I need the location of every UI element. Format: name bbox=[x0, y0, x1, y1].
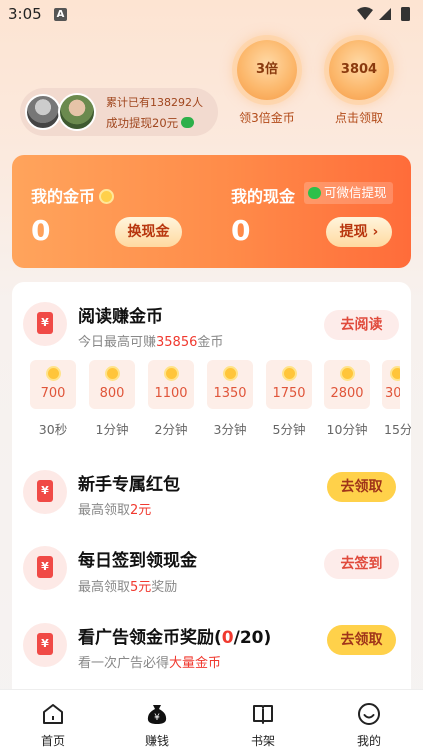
claim-coin-label[interactable]: 点击领取 bbox=[314, 109, 404, 126]
read-sub-prefix: 今日最高可赚 bbox=[78, 335, 157, 350]
nav-earn[interactable]: ¥ 赚钱 bbox=[117, 690, 197, 752]
reward-coins: 1100 bbox=[154, 386, 188, 401]
triple-coin-button[interactable]: 3倍 bbox=[237, 40, 297, 100]
reward-coins: 3000 bbox=[385, 386, 400, 401]
newbie-task-subtitle: 最高领取2元 bbox=[78, 499, 151, 518]
red-envelope-icon bbox=[23, 623, 67, 667]
reward-duration: 30秒 bbox=[38, 422, 68, 437]
coin-icon bbox=[339, 366, 355, 381]
read-task-subtitle: 今日最高可赚35856金币 bbox=[78, 331, 223, 350]
reward-duration: 15分钟 bbox=[384, 422, 411, 437]
checkin-sub-suffix: 奖励 bbox=[151, 580, 178, 595]
coin-icon bbox=[390, 366, 400, 381]
reward-chip[interactable]: 700 bbox=[30, 360, 76, 409]
ads-task-subtitle: 看一次广告必得大量金币 bbox=[78, 652, 221, 671]
coin-icon bbox=[99, 189, 115, 204]
exchange-cash-button[interactable]: 换现金 bbox=[115, 217, 182, 247]
reward-chip[interactable]: 2800 bbox=[324, 360, 370, 409]
notification-icon: A bbox=[54, 8, 67, 21]
cash-value: 0 bbox=[231, 214, 251, 247]
coin-icon bbox=[222, 366, 238, 381]
red-envelope-icon bbox=[23, 470, 67, 514]
wallet-card: 我的金币 我的现金 可微信提现 bbox=[12, 155, 411, 268]
summary-withdraw: 成功提现20元 bbox=[106, 115, 195, 131]
cash-label: 我的现金 bbox=[231, 187, 296, 206]
book-icon bbox=[253, 705, 273, 724]
reward-chip[interactable]: 800 bbox=[89, 360, 135, 409]
wechat-icon bbox=[181, 117, 195, 128]
status-bar: 3:05 A bbox=[0, 0, 423, 28]
avatar bbox=[25, 94, 61, 130]
coins-label-text: 我的金币 bbox=[31, 187, 96, 206]
triple-coin-label[interactable]: 领3倍金币 bbox=[222, 109, 312, 126]
nav-bookshelf-label: 书架 bbox=[250, 734, 275, 748]
reward-coins: 2800 bbox=[330, 386, 364, 401]
newbie-task-title: 新手专属红包 bbox=[78, 475, 180, 495]
checkin-task-subtitle: 最高领取5元奖励 bbox=[78, 576, 177, 595]
reward-duration: 2分钟 bbox=[154, 422, 188, 437]
reward-coins: 700 bbox=[40, 386, 66, 401]
nav-earn-label: 赚钱 bbox=[144, 734, 169, 748]
reward-coins: 800 bbox=[99, 386, 125, 401]
nav-bookshelf[interactable]: 书架 bbox=[223, 690, 303, 752]
ads-sub-value: 大量金币 bbox=[169, 656, 222, 671]
svg-text:¥: ¥ bbox=[154, 713, 160, 723]
nav-mine[interactable]: 我的 bbox=[329, 690, 409, 752]
claim-coin-button[interactable]: 3804 bbox=[329, 40, 389, 100]
withdraw-button[interactable]: 提现 › bbox=[326, 217, 392, 247]
withdraw-summary-pill: 累计已有138292人 成功提现20元 bbox=[20, 88, 218, 136]
ads-sub-prefix: 看一次广告必得 bbox=[78, 656, 170, 671]
wifi-icon bbox=[357, 7, 373, 20]
newbie-claim-button[interactable]: 去领取 bbox=[327, 472, 396, 502]
summary-withdraw-text: 成功提现20元 bbox=[106, 116, 179, 130]
checkin-sub-value: 5元 bbox=[130, 580, 152, 595]
reward-chip[interactable]: 3000 bbox=[382, 360, 400, 409]
reward-coins: 1750 bbox=[272, 386, 306, 401]
ads-title-prefix: 看广告领金币奖励( bbox=[78, 628, 222, 648]
newbie-sub-value: 2元 bbox=[130, 503, 152, 518]
reward-coins: 1350 bbox=[213, 386, 247, 401]
status-time: 3:05 bbox=[8, 5, 42, 23]
ads-task-title: 看广告领金币奖励(0/20) bbox=[78, 623, 271, 648]
checkin-button[interactable]: 去签到 bbox=[324, 549, 399, 579]
checkin-task-title: 每日签到领现金 bbox=[78, 551, 197, 571]
checkin-sub-prefix: 最高领取 bbox=[78, 580, 131, 595]
bottom-nav: 首页 ¥ 赚钱 书架 我的 bbox=[0, 689, 423, 752]
nav-home[interactable]: 首页 bbox=[13, 690, 93, 752]
reward-duration: 5分钟 bbox=[272, 422, 306, 437]
ads-claim-button[interactable]: 去领取 bbox=[327, 625, 396, 655]
coin-icon bbox=[45, 366, 61, 381]
go-read-button[interactable]: 去阅读 bbox=[324, 310, 399, 340]
money-bag-icon: ¥ bbox=[147, 705, 167, 724]
home-icon bbox=[43, 704, 63, 724]
coins-label: 我的金币 bbox=[31, 183, 115, 207]
read-sub-value: 35856 bbox=[156, 335, 198, 350]
smile-icon bbox=[358, 703, 380, 725]
coins-value: 0 bbox=[31, 214, 51, 247]
reward-duration: 1分钟 bbox=[95, 422, 129, 437]
signal-icon bbox=[379, 8, 391, 20]
reward-duration: 10分钟 bbox=[326, 422, 368, 437]
status-icons bbox=[357, 7, 410, 21]
reward-chip[interactable]: 1750 bbox=[266, 360, 312, 409]
coin-icon bbox=[281, 366, 297, 381]
coin-icon bbox=[163, 366, 179, 381]
red-envelope-icon bbox=[23, 546, 67, 590]
reward-chip[interactable]: 1100 bbox=[148, 360, 194, 409]
reward-chip[interactable]: 1350 bbox=[207, 360, 253, 409]
read-task-title: 阅读赚金币 bbox=[78, 307, 163, 327]
summary-count: 累计已有138292人 bbox=[106, 96, 203, 109]
coin-icon bbox=[104, 366, 120, 381]
read-sub-suffix: 金币 bbox=[197, 335, 224, 350]
ads-title-count: 0 bbox=[221, 628, 234, 648]
nav-mine-label: 我的 bbox=[356, 734, 381, 748]
reward-duration: 3分钟 bbox=[213, 422, 247, 437]
nav-home-label: 首页 bbox=[40, 734, 65, 748]
newbie-sub-prefix: 最高领取 bbox=[78, 503, 131, 518]
wechat-withdraw-badge: 可微信提现 bbox=[304, 182, 393, 204]
ads-title-suffix: /20) bbox=[233, 628, 272, 648]
battery-icon bbox=[401, 7, 410, 21]
avatar bbox=[58, 93, 96, 131]
red-envelope-icon bbox=[23, 302, 67, 346]
